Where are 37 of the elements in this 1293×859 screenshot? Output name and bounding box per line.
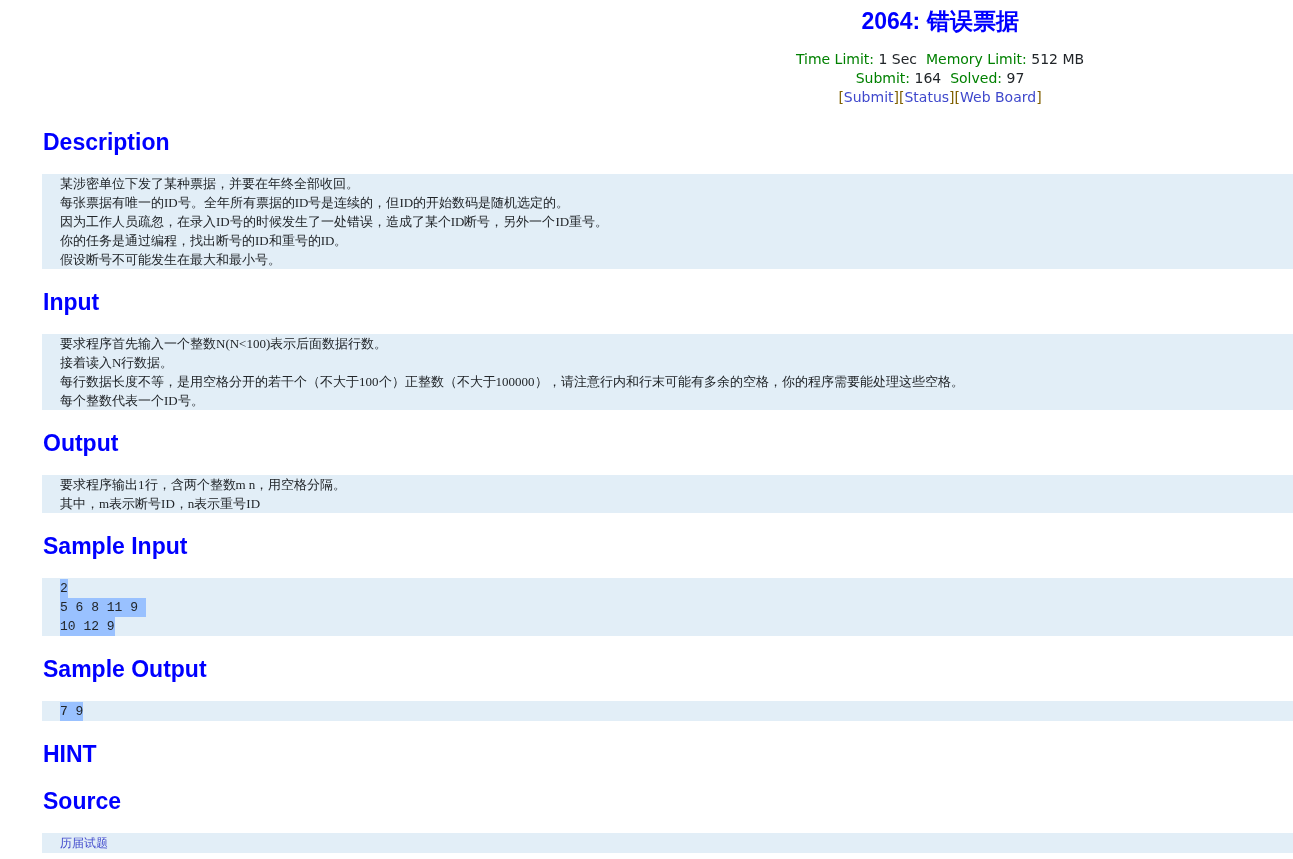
source-link[interactable]: 历届试题 [60, 835, 108, 850]
section-heading: Sample Input [43, 531, 189, 561]
text-line: 每张票据有唯一的ID号。全年所有票据的ID号是连续的，但ID的开始数码是随机选定的。 [60, 193, 571, 212]
count-label: Solved: [950, 69, 1002, 86]
nav-link[interactable]: Status [904, 88, 950, 105]
text-line: 某涉密单位下发了某种票据，并要在年终全部收回。 [60, 174, 360, 193]
text-line: 假设断号不可能发生在最大和最小号。 [60, 250, 282, 269]
nav-link[interactable]: Submit [843, 88, 894, 105]
bracket: ] [893, 88, 899, 105]
text-line: 每个整数代表一个ID号。 [60, 391, 205, 410]
limit-value: 1 Sec [878, 50, 918, 67]
text-line: 每行数据长度不等，是用空格分开的若干个（不大于100个）正整数（不大于100000），请注意行内和行末可能有多余的空格，你的程序需要能处理这些空格。 [60, 372, 965, 391]
text-line: 你的任务是通过编程，找出断号的ID和重号的ID。 [60, 231, 349, 250]
text-line: 因为工作人员疏忽，在录入ID号的时候发生了一处错误，造成了某个ID断号，另外一个ID重号。 [60, 212, 610, 231]
nav-link[interactable]: Web Board [960, 88, 1037, 105]
problem-title: 2064: 错误票据 [860, 8, 1020, 36]
text-line: 接着读入N行数据。 [60, 353, 175, 372]
bracket: ] [949, 88, 955, 105]
text-line: 要求程序输出1行，含两个整数m n，用空格分隔。 [60, 475, 348, 494]
bracket: [ [838, 88, 844, 105]
count-value: 164 [914, 69, 942, 86]
bracket: ] [1036, 88, 1042, 105]
count-label: Submit: [855, 69, 911, 86]
limit-label: Time Limit: [795, 50, 875, 67]
text-line: 其中，m表示断号ID，n表示重号ID [60, 494, 262, 513]
section-heading: HINT [43, 739, 98, 769]
bracket: [ [954, 88, 960, 105]
section-heading: Sample Output [43, 654, 208, 684]
section-heading: Description [43, 127, 171, 157]
count-value: 97 [1006, 69, 1025, 86]
bracket: [ [899, 88, 905, 105]
limit-value: 512 MB [1031, 50, 1085, 67]
text-line: 要求程序首先输入一个整数N(N<100)表示后面数据行数。 [60, 334, 389, 353]
section-heading: Source [43, 786, 122, 816]
section-heading: Input [43, 287, 101, 317]
limit-label: Memory Limit: [925, 50, 1027, 67]
section-heading: Output [43, 428, 120, 458]
